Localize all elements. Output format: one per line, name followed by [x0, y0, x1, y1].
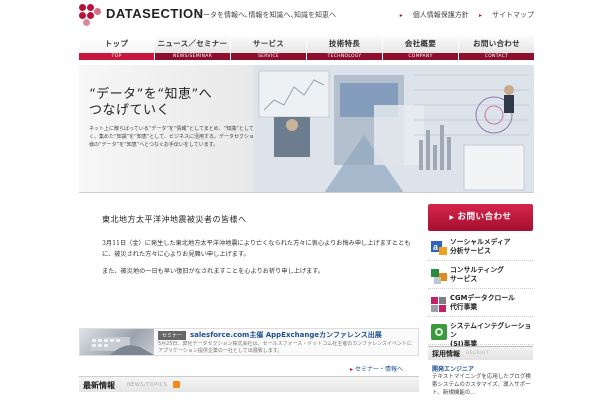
arrow-right-icon: ▸ [350, 366, 354, 373]
news-description: 5月25日、弊社データセクション株式会社は、セールスフォース・ドットコム社主催の… [158, 341, 413, 354]
rss-icon[interactable] [173, 381, 180, 388]
recruit-description: テキストマイニングを応用したブログ検索システムのカスタマイズ、導入サポート、新規… [432, 374, 531, 396]
nav-contact[interactable]: お問い合わせ CONTACT [459, 34, 534, 60]
nav-news-seminar[interactable]: ニュース／セミナー NEWS/SEMINAR [155, 34, 231, 60]
consulting-icon [431, 269, 447, 284]
tagline: データを情報へ､情報を知識へ､知識を知恵へ [196, 11, 336, 19]
latest-info-header: 最新情報 NEWS/TOPICS [79, 376, 419, 392]
recruit-subtitle: RECRUIT [466, 351, 490, 356]
arrow-right-icon: ▸ [399, 12, 403, 19]
social-analysis-icon: a [431, 241, 447, 255]
sidebar-item-system-integration[interactable]: システムインテグレーション (SI)事業 [428, 319, 533, 348]
contact-button[interactable]: ▶ お問い合わせ [428, 204, 533, 231]
sidebar-item-consulting[interactable]: コンサルティング サービス [428, 263, 533, 289]
hero-collage-image [254, 65, 534, 192]
notice-title: 東北地方太平洋沖地震被災者の皆様へ [102, 215, 247, 224]
arrow-right-icon: ▶ [449, 214, 455, 221]
logo-text[interactable]: DATASECTION [106, 6, 203, 21]
news-thumbnail-image [80, 329, 154, 355]
arrow-right-icon: ▸ [478, 12, 482, 19]
notice-paragraph: 3月11日（金）に発生した東北地方太平洋沖地震により亡くなられた方々に衷心よりお… [102, 240, 411, 258]
latest-info-title: 最新情報 [83, 381, 115, 390]
site-header: DATASECTION データを情報へ､情報を知識へ､知識を知恵へ ▸ 個人情報保… [0, 0, 610, 34]
nav-technology[interactable]: 技術特長 TECHNOLOGY [307, 34, 383, 60]
hero-banner: “データ”を“知恵”へ つなげていく ネット上に散らばっている“データ”を“情報… [79, 65, 534, 193]
latest-info-subtitle: NEWS/TOPICS [127, 382, 168, 388]
news-banner[interactable]: セミナー salesforce.com主催 AppExchangeカンファレンス… [79, 328, 419, 356]
system-integration-icon [431, 324, 447, 340]
sidebar-item-social-media[interactable]: a ソーシャルメディア 分析サービス [428, 235, 533, 261]
hero-body: ネット上に散らばっている“データ”を“情報”としてまとめ、“知識”として蓄えてい… [89, 126, 279, 148]
nav-top[interactable]: トップ TOP [79, 34, 155, 60]
utility-links: ▸ 個人情報保護方針 ▸ サイトマップ [392, 10, 534, 20]
seminar-info-link[interactable]: ▸ セミナー・情報へ [350, 364, 403, 373]
privacy-link[interactable]: ▸ 個人情報保護方針 [400, 11, 469, 19]
news-category-badge: セミナー [158, 331, 187, 340]
recruit-header: 採用情報 RECRUIT [428, 346, 533, 360]
news-title-link[interactable]: salesforce.com主催 AppExchangeカンファレンス出展 [190, 330, 382, 340]
sitemap-link[interactable]: ▸ サイトマップ [479, 11, 534, 19]
data-crawl-icon [431, 297, 446, 312]
global-nav: トップ TOP ニュース／セミナー NEWS/SEMINAR サービス SERVICE… [79, 34, 534, 60]
nav-company[interactable]: 会社概要 COMPANY [383, 34, 459, 60]
notice-body: 3月11日（金）に発生した東北地方太平洋沖地震により亡くなられた方々に衷心よりお… [102, 238, 422, 283]
recruit-title: 採用情報 [432, 350, 460, 358]
notice-paragraph: また、被災地の一日も早い復旧がなされますことを心よりお祈り申し上げます。 [102, 268, 325, 275]
sidebar-item-cgm-crawl[interactable]: CGMデータクロール 代行事業 [428, 291, 533, 317]
hero-headline: “データ”を“知恵”へ つなげていく [89, 87, 213, 118]
recruit-job-link[interactable]: 開発エンジニア [432, 364, 474, 373]
logo-mark-icon[interactable] [79, 4, 101, 26]
nav-service[interactable]: サービス SERVICE [231, 34, 307, 60]
